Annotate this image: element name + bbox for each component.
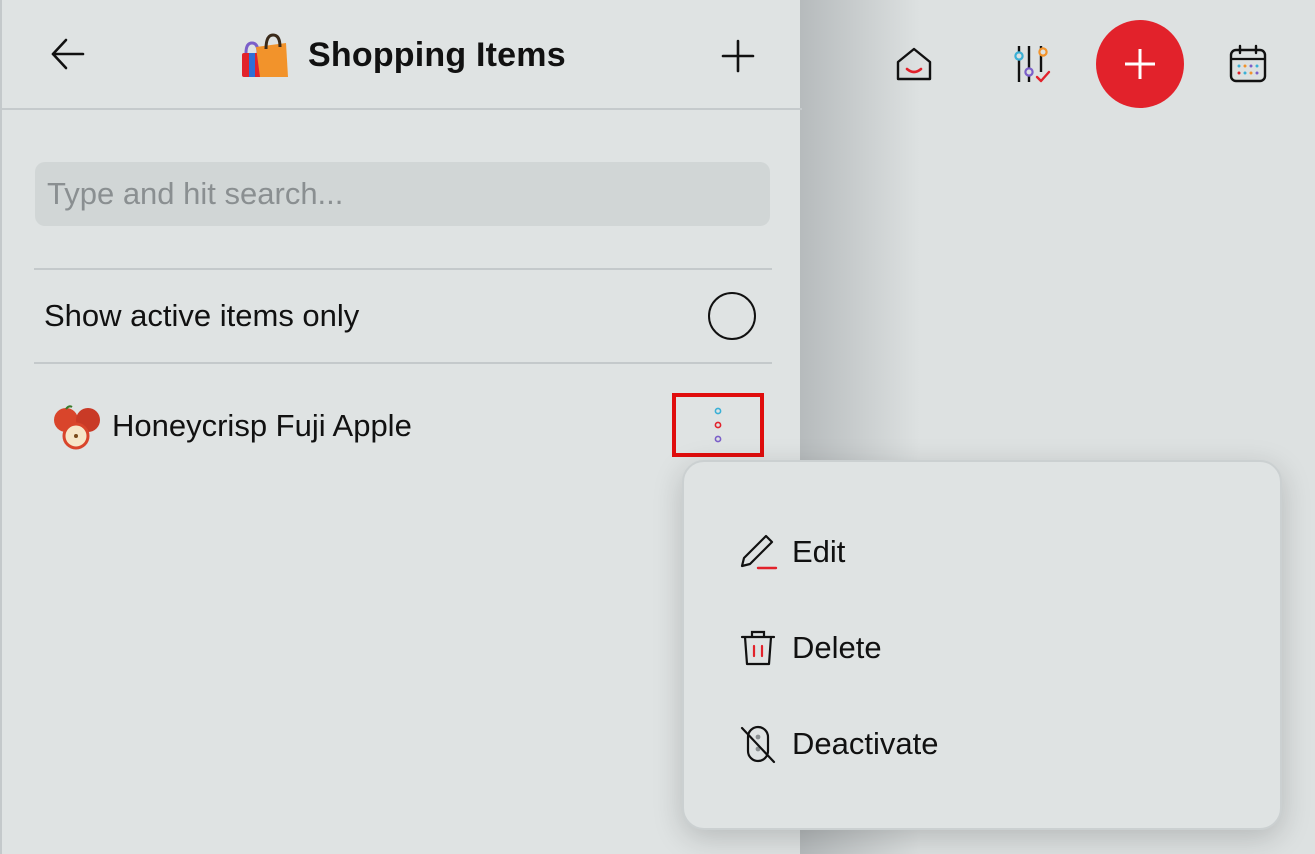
pencil-icon [736,530,780,574]
active-filter-checkbox[interactable] [708,292,756,340]
home-button[interactable] [890,40,938,88]
shopping-items-panel: Shopping Items Show active items only Ho… [0,0,802,854]
apple-icon [52,402,104,450]
page-title-group: Shopping Items [240,28,566,82]
menu-item-label: Deactivate [792,726,939,761]
menu-item-deactivate[interactable]: Deactivate [736,714,938,774]
calendar-button[interactable] [1224,40,1272,88]
item-more-button[interactable] [672,393,764,457]
menu-item-label: Delete [792,630,882,665]
home-icon [896,47,932,81]
active-filter-row[interactable]: Show active items only [34,270,772,362]
search-input[interactable] [35,162,770,226]
menu-item-label: Edit [792,534,846,569]
divider [34,362,772,364]
trash-icon [736,626,780,670]
page-title: Shopping Items [308,35,566,74]
add-item-button[interactable] [714,32,762,80]
active-filter-label: Show active items only [44,298,360,333]
menu-item-edit[interactable]: Edit [736,522,845,582]
list-item-label: Honeycrisp Fuji Apple [112,408,412,443]
plus-icon [721,39,755,73]
deactivate-icon [736,722,780,766]
menu-item-delete[interactable]: Delete [736,618,882,678]
back-button[interactable] [46,32,90,76]
calendar-icon [1229,44,1267,83]
filters-button[interactable] [1008,40,1056,88]
item-context-menu: Edit Delete Deactivate [682,460,1282,830]
sliders-icon [1014,46,1051,83]
add-fab-button[interactable] [1096,20,1184,108]
plus-icon [1125,49,1155,79]
panel-header: Shopping Items [2,0,802,110]
more-vertical-icon [714,407,722,443]
list-item[interactable]: Honeycrisp Fuji Apple [34,380,772,472]
arrow-left-icon [51,38,85,70]
shopping-bags-icon [240,29,292,81]
